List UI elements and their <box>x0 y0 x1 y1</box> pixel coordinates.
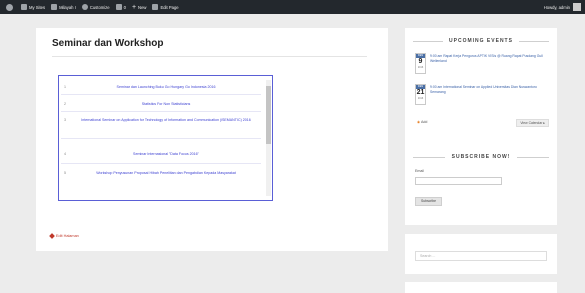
page-title: Seminar dan Workshop <box>52 38 164 49</box>
email-label: Email <box>415 169 424 173</box>
edit-link-label: Edit Halaman <box>56 234 79 238</box>
subscribe-heading-text: SUBSCRIBE NOW! <box>451 154 511 160</box>
events-heading: UPCOMING EVENTS <box>405 38 557 44</box>
heading-rule <box>413 157 445 158</box>
list-item-link[interactable]: Seminar dan Launching Buku Go Hungary Go… <box>73 85 259 91</box>
search-widget: Search ... <box>405 234 557 274</box>
view-calendar-label: View Calendar <box>520 121 543 125</box>
event-year: 2016 <box>417 97 424 100</box>
event-item[interactable]: DES 21 2016 9:00 am International Semina… <box>415 84 550 106</box>
main-content: Seminar dan Workshop 1 Seminar dan Launc… <box>36 28 388 251</box>
list-item-number: 1 <box>64 85 66 89</box>
my-sites-menu[interactable]: My Sites <box>21 4 45 10</box>
list-item-number: 3 <box>64 118 66 122</box>
new-content-menu[interactable]: + New <box>132 4 146 11</box>
edit-icon <box>49 233 55 239</box>
heading-rule <box>517 157 549 158</box>
comments-link[interactable]: 0 <box>115 4 126 10</box>
extra-widget <box>405 282 557 293</box>
my-sites-label: My Sites <box>29 4 46 10</box>
view-calendar-button[interactable]: View Calendar ▸ <box>516 119 549 127</box>
customize-label: Customize <box>89 4 110 10</box>
list-item-number: 5 <box>64 171 66 175</box>
edit-page-link[interactable]: Edit Page <box>152 4 179 10</box>
admin-bar: My Sites Milayah I Customize 0 + New Edi… <box>0 0 585 14</box>
wordpress-menu[interactable] <box>6 3 15 11</box>
subscribe-heading: SUBSCRIBE NOW! <box>405 154 557 160</box>
heading-rule <box>519 41 549 42</box>
customize-link[interactable]: Customize <box>81 4 110 10</box>
list-divider <box>61 163 261 164</box>
event-day: 9 <box>418 58 423 65</box>
new-label: New <box>138 4 147 10</box>
list-item-number: 2 <box>64 102 66 106</box>
subscribe-button[interactable]: Subscribe <box>415 197 442 206</box>
avatar <box>573 3 581 11</box>
list-divider <box>61 138 261 139</box>
list-item-link[interactable]: International Seminar on Application for… <box>73 118 259 124</box>
feed-label: Add <box>420 120 428 124</box>
list-item-link[interactable]: Workshop Penyusunan Proposal Hibah Penel… <box>73 171 259 177</box>
calendar-date-icon: DES 9 2016 <box>415 53 426 74</box>
feed-link[interactable]: ◉ Add <box>417 120 427 124</box>
event-link[interactable]: 9:00 am International Seminar on Applied… <box>430 85 548 95</box>
email-field[interactable] <box>415 177 502 185</box>
calendar-date-icon: DES 21 2016 <box>415 84 426 105</box>
rss-icon: ◉ <box>417 120 421 124</box>
title-divider <box>52 56 367 57</box>
list-item-link[interactable]: Seminar Internasional "Data Focus 2016" <box>73 152 259 158</box>
search-input[interactable]: Search ... <box>415 251 547 261</box>
list-item-number: 4 <box>64 152 66 156</box>
subscribe-widget: SUBSCRIBE NOW! Email Subscribe <box>405 140 557 225</box>
heading-rule <box>413 41 443 42</box>
pencil-icon <box>152 4 159 10</box>
list-divider <box>61 94 261 95</box>
edit-page-label: Edit Page <box>160 4 179 10</box>
howdy-label: Howdy, admin <box>543 4 570 10</box>
scroll-thumb[interactable] <box>266 86 271 144</box>
site-name-label: Milayah I <box>59 4 76 10</box>
brush-icon <box>81 4 88 10</box>
edit-page-footer-link[interactable]: Edit Halaman <box>49 233 79 239</box>
sites-icon <box>21 4 27 10</box>
events-heading-text: UPCOMING EVENTS <box>449 38 513 44</box>
home-icon <box>51 4 58 10</box>
upcoming-events-widget: UPCOMING EVENTS DES 9 2016 9:00 am Rapat… <box>405 28 557 153</box>
comments-count: 0 <box>123 4 126 10</box>
list-divider <box>61 111 261 112</box>
event-link[interactable]: 9:00 am Rapat Kerja Pengurus APTIK VISIs… <box>430 54 548 64</box>
list-item-link[interactable]: Statistics For Non Statisticians <box>73 102 259 108</box>
seminar-list-frame[interactable]: 1 Seminar dan Launching Buku Go Hungary … <box>58 75 273 201</box>
wordpress-icon <box>6 3 13 11</box>
arrow-right-icon: ▸ <box>543 121 545 125</box>
list-scrollbar[interactable] <box>266 80 271 196</box>
comment-icon <box>115 4 122 10</box>
account-menu[interactable]: Howdy, admin <box>544 0 581 14</box>
event-year: 2016 <box>417 66 424 69</box>
event-item[interactable]: DES 9 2016 9:00 am Rapat Kerja Pengurus … <box>415 53 550 75</box>
site-name-menu[interactable]: Milayah I <box>51 4 76 10</box>
plus-icon: + <box>131 3 137 11</box>
event-day: 21 <box>416 89 425 96</box>
